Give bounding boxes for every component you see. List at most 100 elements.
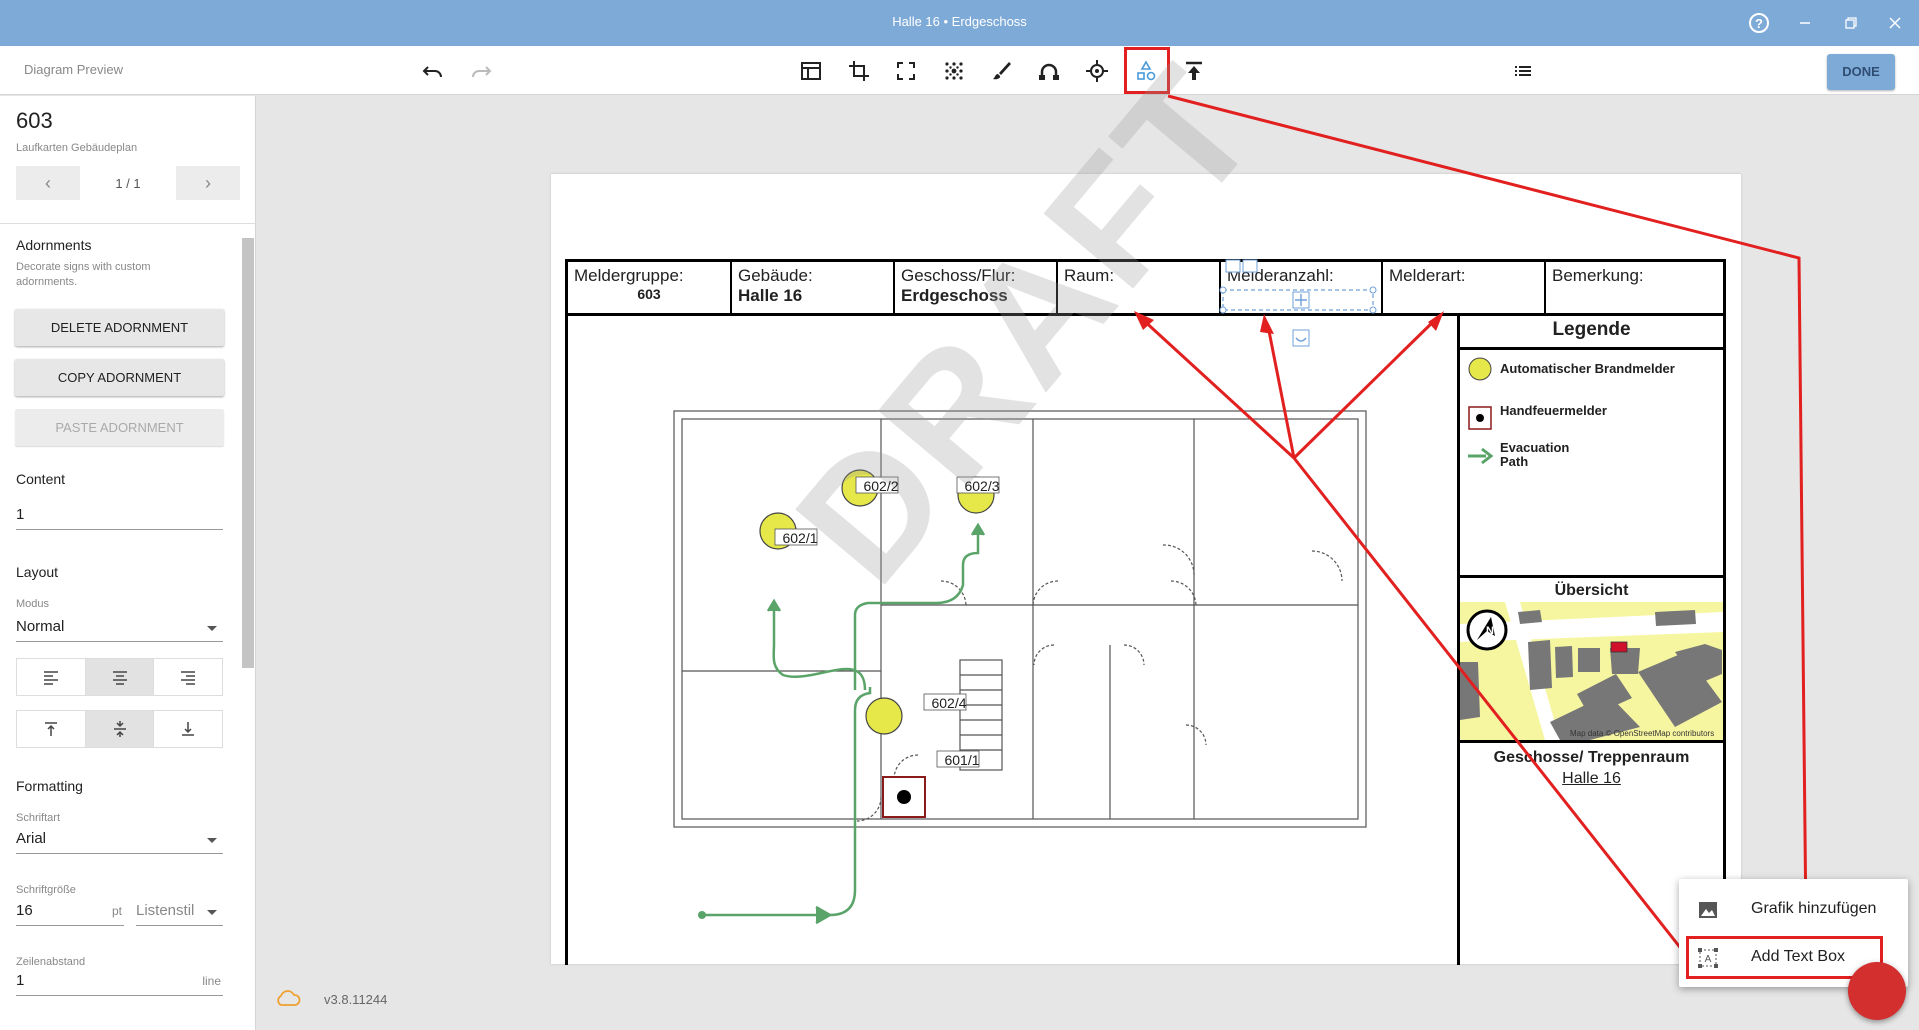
header-cell-gebaeude[interactable]: Gebäude: Halle 16 [732, 262, 895, 313]
evac-start-point [698, 911, 706, 919]
detector-legend-icon [1468, 357, 1492, 381]
paste-adornment-button[interactable]: PASTE ADORNMENT [15, 409, 224, 446]
floor-plan-drawing [673, 410, 1367, 925]
list-style-value: Listenstil [136, 902, 195, 919]
header-cell-melderart[interactable]: Melderart: [1383, 262, 1546, 313]
undo-icon[interactable] [420, 58, 446, 84]
sign-navigator: 603 Laufkarten Gebäudeplan ‹ 1 / 1 › [0, 96, 255, 224]
prev-sign-button[interactable]: ‹ [16, 166, 80, 200]
minimize-icon[interactable] [1794, 12, 1816, 34]
upload-icon[interactable] [1181, 58, 1207, 84]
line-spacing-input[interactable]: 1 line [16, 970, 223, 996]
svg-text:N: N [1486, 625, 1494, 637]
header-label: Raum: [1064, 266, 1115, 285]
add-graphic-item[interactable]: Grafik hinzufügen [1679, 889, 1908, 929]
adornments-description: Decorate signs with custom adornments. [16, 261, 151, 288]
svg-text:?: ? [1755, 16, 1763, 31]
font-size-input[interactable]: 16 pt [16, 900, 124, 926]
modus-select[interactable]: Normal [16, 616, 223, 642]
line-spacing-value: 1 [16, 972, 25, 989]
redo-icon[interactable] [468, 58, 494, 84]
align-right-icon[interactable] [154, 659, 222, 695]
align-bottom-icon[interactable] [154, 711, 222, 747]
adornments-title: Adornments [16, 237, 92, 253]
header-label: Geschoss/Flur: [901, 266, 1016, 285]
align-middle-icon[interactable] [85, 711, 155, 747]
modus-value: Normal [16, 618, 65, 635]
sidebar-scrollbar[interactable] [242, 226, 254, 1026]
cloud-icon [277, 990, 301, 1006]
layout-icon[interactable] [798, 58, 824, 84]
chevron-down-icon [207, 626, 217, 631]
room-label: 602/1 [782, 530, 818, 546]
next-sign-button[interactable]: › [176, 166, 240, 200]
header-value: Halle 16 [738, 286, 803, 305]
line-spacing-unit: line [202, 974, 221, 988]
overview-map[interactable]: N [1460, 602, 1723, 740]
window-titlebar: Halle 16 • Erdgeschoss ? [0, 0, 1919, 46]
font-size-unit: pt [111, 904, 122, 918]
shapes-tool-highlight [1124, 47, 1170, 94]
window-title: Halle 16 • Erdgeschoss [892, 14, 1027, 29]
header-cell-meldergruppe[interactable]: Meldergruppe: 603 [568, 262, 732, 313]
line-spacing-label: Zeilenabstand [16, 956, 86, 968]
header-label: Bemerkung: [1552, 266, 1644, 285]
horizontal-align-group [16, 658, 223, 696]
brush-icon[interactable] [989, 58, 1015, 84]
main-toolbar: Diagram Preview DONE [0, 46, 1919, 95]
legend-title: Legende [1552, 319, 1631, 340]
legend-item: Automatischer Brandmelder [1500, 361, 1675, 376]
sign-subtitle: Laufkarten Gebäudeplan [16, 142, 138, 154]
size-label: Schriftgröße [16, 884, 76, 896]
done-button[interactable]: DONE [1827, 54, 1895, 90]
font-select[interactable]: Arial [16, 828, 223, 854]
list-icon[interactable] [1510, 58, 1536, 84]
legend-panel: Legende Automatischer Brandmelder Handfe… [1457, 315, 1726, 965]
header-cell-bemerkung[interactable]: Bemerkung: [1546, 262, 1723, 313]
header-value: 603 [637, 286, 661, 302]
align-center-icon[interactable] [85, 659, 155, 695]
chevron-down-icon [207, 910, 217, 915]
overview-title: Übersicht [1554, 582, 1629, 599]
floors-title: Geschosse/ Treppenraum [1493, 749, 1690, 766]
help-circle-icon[interactable]: ? [1748, 12, 1770, 34]
add-graphic-label: Grafik hinzufügen [1751, 900, 1877, 917]
crop-icon[interactable] [846, 58, 872, 84]
sign-header-table: Meldergruppe: 603 Gebäude: Halle 16 Gescho… [565, 259, 1726, 316]
floor-plan-area: DRAFT 602/2 602/3 602/1 602/4 601/1 [565, 31, 1461, 965]
header-value: Erdgeschoss [901, 286, 1008, 305]
list-style-select[interactable]: Listenstil [136, 900, 223, 926]
header-cell-raum[interactable]: Raum: [1058, 262, 1221, 313]
restore-icon[interactable] [1840, 12, 1862, 34]
align-left-icon[interactable] [17, 659, 86, 695]
room-label: 601/1 [944, 752, 980, 768]
grid-dots-icon[interactable] [941, 58, 967, 84]
move-target-icon[interactable] [1084, 58, 1110, 84]
toolbar-label: Diagram Preview [24, 62, 123, 77]
floors-link[interactable]: Halle 16 [1460, 770, 1723, 788]
room-label: 602/3 [964, 478, 1000, 494]
legend-item: Handfeuermelder [1500, 403, 1607, 418]
align-top-icon[interactable] [17, 711, 86, 747]
legend-item: Evacuation Path [1500, 440, 1570, 469]
header-label: Melderart: [1389, 266, 1466, 285]
delete-adornment-button[interactable]: DELETE ADORNMENT [15, 309, 224, 346]
properties-sidebar: 603 Laufkarten Gebäudeplan ‹ 1 / 1 › Ado… [0, 96, 256, 1030]
font-value: Arial [16, 830, 47, 847]
version-label: v3.8.11244 [324, 992, 388, 1007]
header-label: Gebäude: [738, 266, 813, 285]
close-icon[interactable] [1884, 12, 1906, 34]
path-icon[interactable] [1036, 58, 1062, 84]
content-input[interactable]: 1 [16, 504, 223, 530]
add-fab-button[interactable] [1848, 962, 1906, 1020]
header-cell-geschoss[interactable]: Geschoss/Flur: Erdgeschoss [895, 262, 1058, 313]
copy-adornment-button[interactable]: COPY ADORNMENT [15, 359, 224, 396]
chevron-left-icon: ‹ [45, 173, 51, 193]
fullscreen-icon[interactable] [893, 58, 919, 84]
chevron-right-icon: › [205, 173, 211, 193]
header-label: Meldergruppe: [574, 266, 684, 285]
image-icon [1699, 902, 1717, 918]
chevron-down-icon [207, 838, 217, 843]
map-credit: Map data © OpenStreetMap contributors [1570, 729, 1715, 738]
content-title: Content [16, 471, 66, 487]
